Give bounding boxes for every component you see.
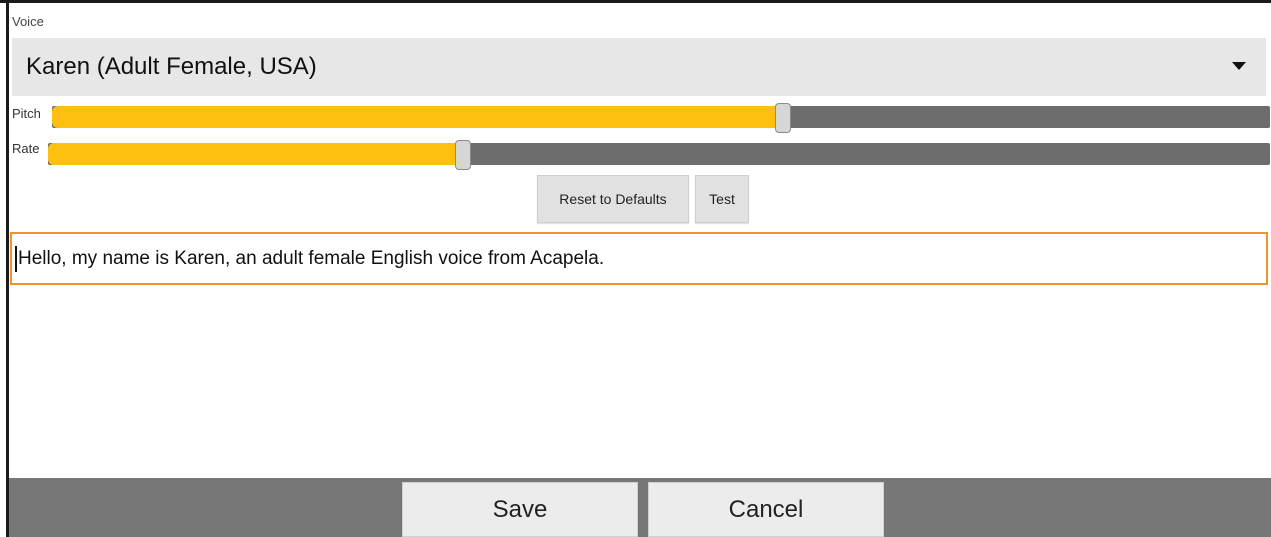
rate-slider-fill xyxy=(48,143,464,165)
save-button[interactable]: Save xyxy=(402,482,638,537)
pitch-label: Pitch xyxy=(12,106,41,121)
voice-selected-value: Karen (Adult Female, USA) xyxy=(26,53,317,80)
rate-label: Rate xyxy=(12,141,40,156)
triangle-down-icon xyxy=(1232,62,1246,70)
text-cursor xyxy=(15,245,17,272)
top-border xyxy=(0,0,1271,3)
voice-dropdown[interactable]: Karen (Adult Female, USA) xyxy=(12,38,1266,96)
sample-text-input[interactable]: Hello, my name is Karen, an adult female… xyxy=(10,232,1268,285)
rate-slider-thumb[interactable] xyxy=(455,140,472,170)
sample-text-value: Hello, my name is Karen, an adult female… xyxy=(18,247,605,269)
bottom-action-bar xyxy=(9,478,1271,537)
pitch-slider-fill xyxy=(52,106,783,128)
reset-to-defaults-button[interactable]: Reset to Defaults xyxy=(537,175,689,223)
pitch-slider-thumb[interactable] xyxy=(774,103,791,133)
rate-slider[interactable] xyxy=(48,140,1270,170)
left-border xyxy=(6,0,9,537)
test-button[interactable]: Test xyxy=(695,175,749,223)
cancel-button[interactable]: Cancel xyxy=(648,482,884,537)
pitch-slider[interactable] xyxy=(52,103,1270,133)
voice-label: Voice xyxy=(12,14,44,29)
